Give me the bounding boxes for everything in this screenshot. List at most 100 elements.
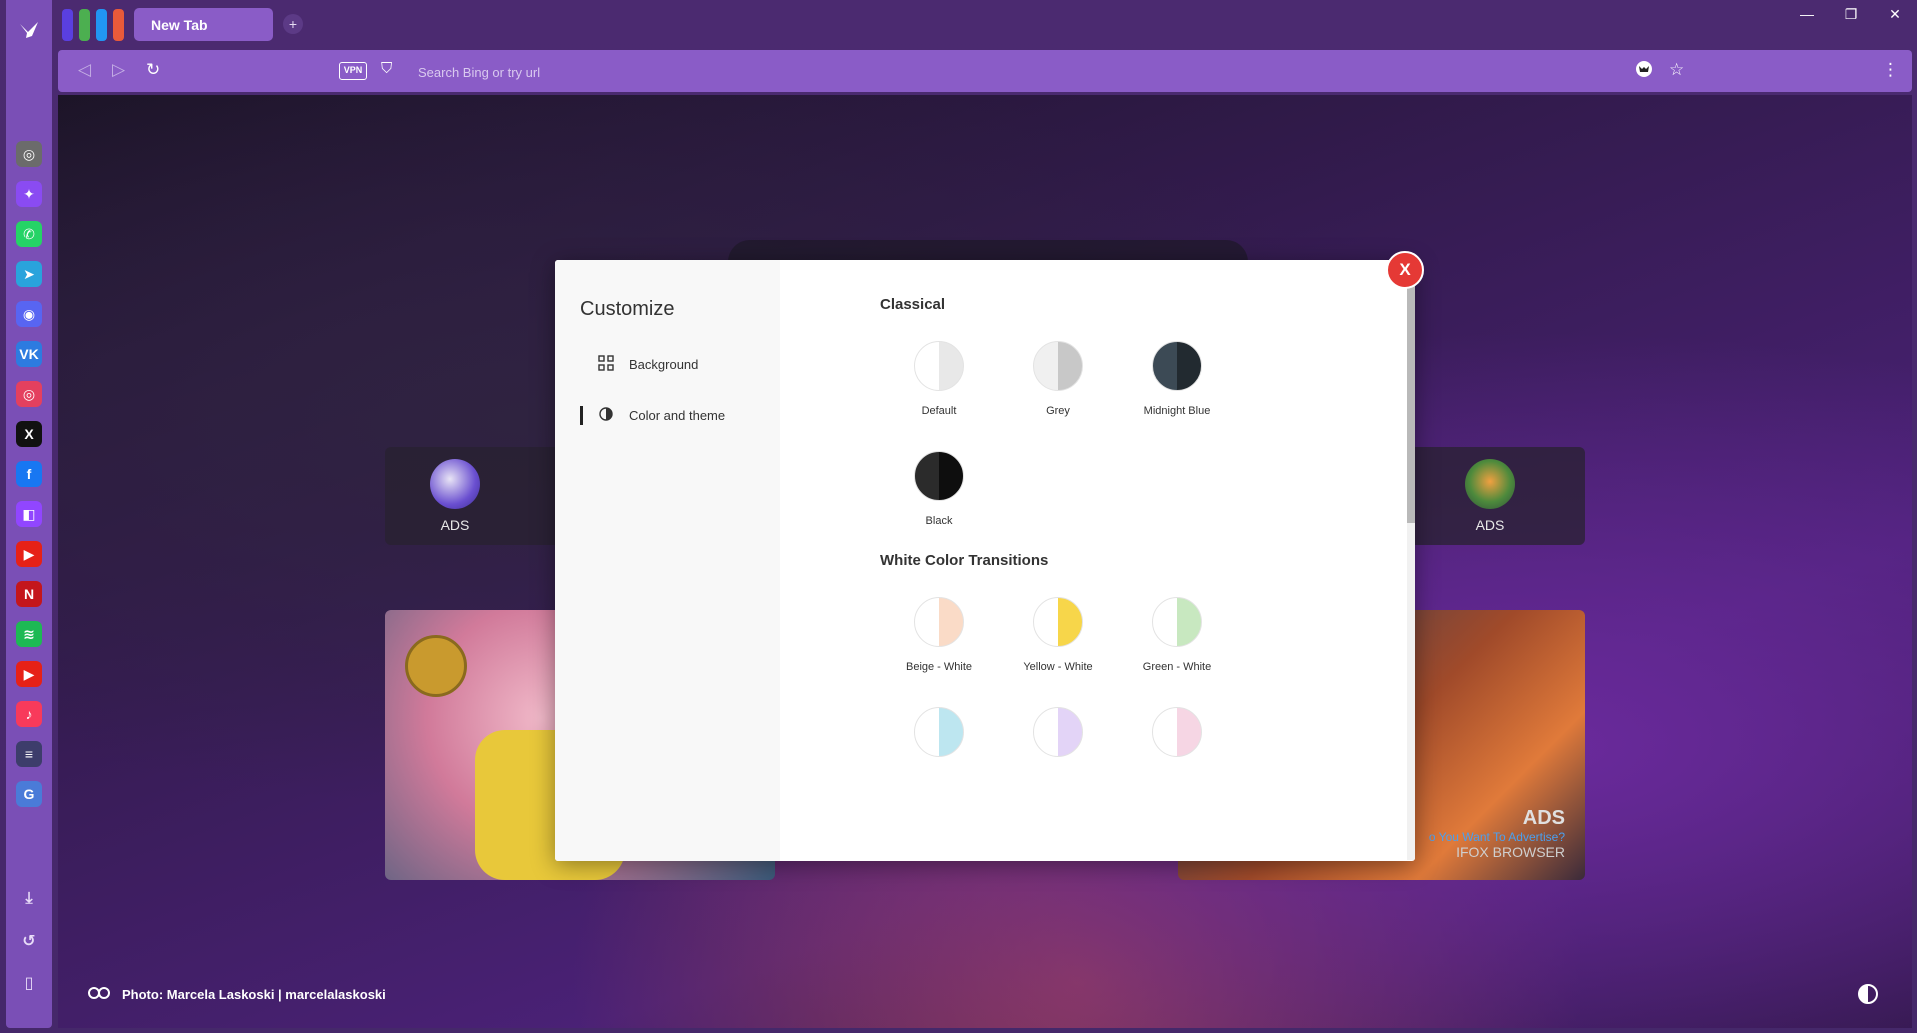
menu-dots-icon[interactable]: ⋮ xyxy=(1882,60,1899,80)
minimize-button[interactable]: — xyxy=(1799,6,1815,23)
swatch-label: Yellow - White xyxy=(1023,661,1093,673)
dialog-title: Customize xyxy=(580,298,675,320)
swatch-circle xyxy=(914,451,964,501)
section-title: Classical xyxy=(880,296,946,313)
swatch-circle xyxy=(1152,341,1202,391)
restore-button[interactable]: ❐ xyxy=(1843,6,1859,23)
bookmarks-icon[interactable]: ▯ xyxy=(16,970,42,996)
ad-label: ADS xyxy=(1475,517,1505,533)
section-title: White Color Transitions xyxy=(880,552,1049,569)
tab-group-color-bar[interactable] xyxy=(96,9,107,41)
swatch-label: Midnight Blue xyxy=(1143,405,1211,417)
theme-options: Classical Default Grey Midnight Blue Black Wh… xyxy=(780,260,1415,861)
theme-swatch[interactable] xyxy=(879,707,999,757)
tab-group-colors xyxy=(62,9,124,41)
new-tab-button[interactable]: + xyxy=(283,14,303,34)
menu-item-label: Color and theme xyxy=(629,408,726,423)
apple-music-icon[interactable]: ♪ xyxy=(16,701,42,727)
theme-swatch[interactable] xyxy=(998,707,1118,757)
theme-swatch[interactable]: Midnight Blue xyxy=(1117,341,1237,417)
chatgpt-icon[interactable]: ◎ xyxy=(16,141,42,167)
tab-new-tab[interactable]: New Tab xyxy=(134,8,273,41)
window-controls: — ❐ ✕ xyxy=(1799,6,1903,23)
swatch-circle xyxy=(1152,597,1202,647)
photo-credit[interactable]: Photo: Marcela Laskoski | marcelalaskosk… xyxy=(88,987,386,1002)
contrast-icon[interactable] xyxy=(1858,984,1878,1004)
ad-avatar xyxy=(1465,459,1515,509)
scrollbar-thumb[interactable] xyxy=(1407,280,1415,523)
reload-icon[interactable]: ↻ xyxy=(146,60,160,80)
close-window-button[interactable]: ✕ xyxy=(1887,6,1903,23)
theme-swatch[interactable]: Grey xyxy=(998,341,1118,417)
grid-icon xyxy=(598,355,614,374)
history-icon[interactable]: ↺ xyxy=(16,928,42,954)
swatch-circle xyxy=(1152,707,1202,757)
swatch-circle xyxy=(1033,707,1083,757)
spotify-icon[interactable]: ≋ xyxy=(16,621,42,647)
ad-tile-right[interactable]: ADS xyxy=(1445,459,1535,533)
swatch-label: Beige - White xyxy=(905,661,973,673)
swatch-circle xyxy=(1033,597,1083,647)
swatch-label: Default xyxy=(921,405,957,417)
sidebar-bottom-tools: ⤓ ↺ ▯ xyxy=(6,886,52,1012)
contrast-icon xyxy=(598,406,614,425)
theme-swatch[interactable] xyxy=(1117,707,1237,757)
menu-item-label: Background xyxy=(629,357,699,372)
theme-swatch[interactable]: Yellow - White xyxy=(998,597,1118,673)
tab-group-color-bar[interactable] xyxy=(79,9,90,41)
twitch-icon[interactable]: ◧ xyxy=(16,501,42,527)
netflix-icon[interactable]: N xyxy=(16,581,42,607)
back-icon[interactable]: ◁ xyxy=(78,60,91,80)
theme-swatch[interactable]: Black xyxy=(879,451,999,527)
youtube-music-icon[interactable]: ▶ xyxy=(16,661,42,687)
swatch-circle xyxy=(914,341,964,391)
tab-group-color-bar[interactable] xyxy=(113,9,124,41)
address-input[interactable] xyxy=(418,62,1318,82)
whatsapp-icon[interactable]: ✆ xyxy=(16,221,42,247)
photo-credit-text: Photo: Marcela Laskoski | marcelalaskosk… xyxy=(122,987,386,1002)
theme-swatch[interactable]: Default xyxy=(879,341,999,417)
swatch-label: Green - White xyxy=(1142,661,1212,673)
vpn-button[interactable]: VPN xyxy=(339,62,367,80)
app-sidebar: ◎ ✦ ✆ ➤ ◉ VK ◎ Xf ◧ ▶ N ≋ ▶ ♪ ≡ G ⤓ ↺ ▯ xyxy=(6,0,52,1028)
ad-avatar xyxy=(430,459,480,509)
youtube-icon[interactable]: ▶ xyxy=(16,541,42,567)
messenger-icon[interactable]: ✦ xyxy=(16,181,42,207)
shield-icon[interactable]: ⛉ xyxy=(381,60,392,77)
swatch-circle xyxy=(1033,341,1083,391)
translate-icon[interactable]: G xyxy=(16,781,42,807)
theme-swatch[interactable]: Green - White xyxy=(1117,597,1237,673)
menu-item-color-theme[interactable]: Color and theme xyxy=(598,406,725,425)
banner-brand: IFOX BROWSER xyxy=(1456,844,1565,860)
bookmark-star-icon[interactable]: ☆ xyxy=(1669,60,1684,80)
sidebar-app-list: ◎ ✦ ✆ ➤ ◉ VK ◎ Xf ◧ ▶ N ≋ ▶ ♪ ≡ G xyxy=(6,141,52,821)
downloads-icon[interactable]: ⤓ xyxy=(16,886,42,912)
swatch-circle xyxy=(914,597,964,647)
extension-icon[interactable] xyxy=(1635,60,1653,83)
customize-dialog: Customize Background Color and theme Cla… xyxy=(555,260,1415,861)
tab-group-color-bar[interactable] xyxy=(62,9,73,41)
swatch-circle xyxy=(914,707,964,757)
facebook-icon[interactable]: f xyxy=(16,461,42,487)
customize-sidebar: Customize Background Color and theme xyxy=(555,260,780,861)
banner-ads-label: ADS xyxy=(1522,807,1565,829)
banner-ad-text: ADS o You Want To Advertise? IFOX BROWSE… xyxy=(1429,807,1565,860)
bird-logo-icon[interactable] xyxy=(6,14,52,46)
vk-icon[interactable]: VK xyxy=(16,341,42,367)
coin-icon xyxy=(405,635,467,697)
deezer-icon[interactable]: ≡ xyxy=(16,741,42,767)
x-icon[interactable]: X xyxy=(16,421,42,447)
close-dialog-button[interactable]: X xyxy=(1386,251,1424,289)
link-icon xyxy=(88,987,110,1002)
discord-icon[interactable]: ◉ xyxy=(16,301,42,327)
swatch-label: Black xyxy=(925,515,953,527)
ad-tile-left[interactable]: ADS xyxy=(410,459,500,533)
theme-swatch[interactable]: Beige - White xyxy=(879,597,999,673)
ad-label: ADS xyxy=(440,517,470,533)
forward-icon[interactable]: ▷ xyxy=(112,60,125,80)
advertise-link[interactable]: o You Want To Advertise? xyxy=(1429,830,1565,844)
telegram-icon[interactable]: ➤ xyxy=(16,261,42,287)
instagram-icon[interactable]: ◎ xyxy=(16,381,42,407)
menu-item-background[interactable]: Background xyxy=(598,355,698,374)
address-toolbar: ◁ ▷ ↻ VPN ⛉ ☆ ⋮ xyxy=(58,50,1912,92)
